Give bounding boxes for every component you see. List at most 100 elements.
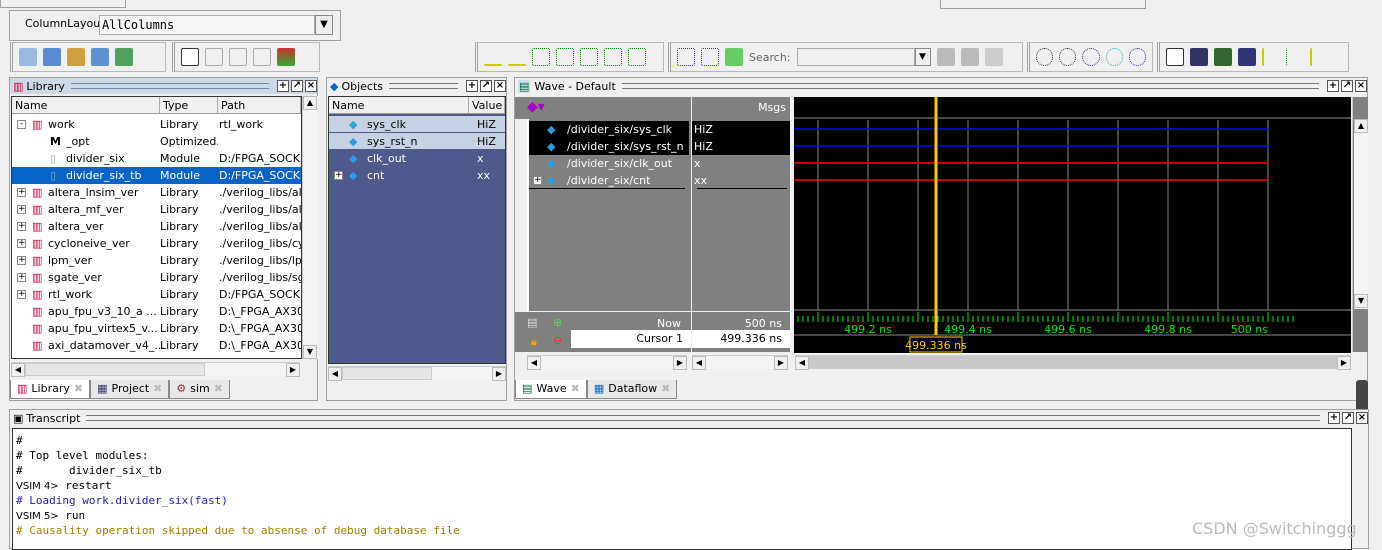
undock-icon[interactable]: ↗: [1341, 80, 1353, 92]
tab-project[interactable]: ▦ Project ✖: [90, 380, 170, 399]
scroll-right-icon[interactable]: ▶: [286, 363, 300, 377]
tab-sim[interactable]: ⚙ sim ✖: [169, 380, 230, 399]
close-icon[interactable]: ✖: [571, 380, 580, 398]
library-row[interactable]: + ▥ sgate_ver Library ./verilog_libs/sga: [12, 269, 301, 286]
collapse-icon[interactable]: -: [17, 120, 26, 129]
col-name[interactable]: Name: [12, 97, 160, 113]
scroll-left-icon[interactable]: ◀: [795, 356, 809, 370]
object-row[interactable]: ◆ clk_out x: [329, 150, 505, 167]
dock-plus-icon[interactable]: +: [1328, 412, 1340, 424]
prev-falling-icon[interactable]: [580, 48, 598, 66]
close-icon[interactable]: ×: [494, 80, 506, 92]
wave-shade-icon[interactable]: [1190, 48, 1208, 66]
open-icon[interactable]: [43, 48, 61, 66]
edit-icon[interactable]: [67, 48, 85, 66]
wave-step-icon[interactable]: [1286, 48, 1304, 66]
select-mode-icon[interactable]: [181, 48, 199, 66]
delete-cursor-icon[interactable]: [508, 48, 526, 66]
object-row[interactable]: ◆ sys_clk HiZ: [329, 116, 505, 133]
new-icon[interactable]: [19, 48, 37, 66]
expand-icon[interactable]: +: [17, 256, 26, 265]
library-row[interactable]: + ▥ altera_lnsim_ver Library ./verilog_libs/…: [12, 184, 301, 201]
col-type[interactable]: Type: [160, 97, 218, 113]
library-row[interactable]: M _opt Optimized...: [12, 133, 301, 150]
scroll-left-icon[interactable]: ◀: [11, 363, 25, 377]
next-edge-icon[interactable]: [556, 48, 574, 66]
library-row[interactable]: ▥ apu_fpu_v3_10_a ... Library D:\_FPGA_AX30…: [12, 303, 301, 320]
find-clear-icon[interactable]: [984, 48, 1003, 66]
undock-icon[interactable]: ↗: [1342, 412, 1354, 424]
wave-signal-row[interactable]: ◆ /divider_six/clk_out: [529, 155, 689, 172]
zoom-in-icon[interactable]: [1036, 48, 1054, 66]
cursor-name[interactable]: Cursor 1: [571, 330, 691, 348]
close-icon[interactable]: ×: [1355, 80, 1367, 92]
values-hscrollbar[interactable]: ◀ ▶: [692, 355, 788, 370]
wave-edge-icon[interactable]: [1262, 48, 1280, 66]
dock-plus-icon[interactable]: +: [1327, 80, 1339, 92]
expand-icon[interactable]: +: [17, 188, 26, 197]
names-hscrollbar[interactable]: ◀ ▶: [527, 355, 687, 370]
zoom-out-icon[interactable]: [1059, 48, 1077, 66]
col-path[interactable]: Path: [218, 97, 301, 113]
find-prev-icon[interactable]: [936, 48, 955, 66]
last-edge-icon[interactable]: [628, 48, 646, 66]
driver-icon[interactable]: [725, 48, 743, 66]
zoom-range-icon[interactable]: [1128, 48, 1147, 66]
expand-icon[interactable]: +: [17, 290, 26, 299]
expand-icon[interactable]: +: [533, 176, 542, 185]
wave-hscrollbar[interactable]: ◀ ▶: [795, 355, 1351, 370]
close-icon[interactable]: ✖: [74, 380, 83, 398]
object-row[interactable]: ◆ sys_rst_n HiZ: [329, 133, 505, 150]
transcript-console[interactable]: # # Top level modules: # divider_six_tb VSI…: [12, 428, 1352, 550]
library-row[interactable]: + ▥ rtl_work Library D:/FPGA_SOCKit: [12, 286, 301, 303]
insert-cursor-icon[interactable]: [484, 48, 502, 66]
scroll-down-icon[interactable]: ▼: [1354, 294, 1368, 308]
library-row[interactable]: + ▥ altera_ver Library ./verilog_libs/alte: [12, 218, 301, 235]
zoom-full-icon[interactable]: [1082, 48, 1100, 66]
dock-plus-icon[interactable]: +: [277, 80, 289, 92]
library-row[interactable]: ▯ divider_six_tb Module D:/FPGA_SOCKit: [12, 167, 301, 184]
lock-icon[interactable]: 🔒︎: [531, 335, 537, 349]
library-row[interactable]: + ▥ cycloneive_ver Library ./verilog_libs/cy…: [12, 235, 301, 252]
tab-dataflow[interactable]: ▦ Dataflow ✖: [586, 380, 678, 399]
expand-icon[interactable]: +: [334, 171, 343, 180]
scroll-left-icon[interactable]: ◀: [328, 367, 342, 381]
expand-icon[interactable]: +: [17, 222, 26, 231]
export-icon[interactable]: [115, 48, 133, 66]
add-cursor-icon[interactable]: ⊕: [553, 316, 562, 329]
library-row[interactable]: ▥ axi_datamover_v4_... Library D:\_FPGA_AX3…: [12, 337, 301, 354]
remove-cursor-icon[interactable]: ⊖: [553, 334, 562, 347]
scroll-right-icon[interactable]: ▶: [774, 356, 788, 370]
wave-format-icon[interactable]: [1166, 48, 1184, 66]
scroll-up-icon[interactable]: ▲: [1354, 119, 1368, 133]
find-next-icon[interactable]: [960, 48, 979, 66]
wave-step2-icon[interactable]: [1310, 48, 1328, 66]
column-layout-select[interactable]: AllColumns: [99, 15, 315, 35]
close-icon[interactable]: ×: [1356, 412, 1368, 424]
zoom-mode-icon[interactable]: [205, 48, 223, 66]
col-name[interactable]: Name: [329, 97, 469, 113]
library-row[interactable]: ▯ divider_six Module D:/FPGA_SOCKit: [12, 150, 301, 167]
wave-signal-row[interactable]: ◆ /divider_six/sys_clk: [529, 121, 689, 138]
library-vscrollbar[interactable]: ▲ ▼: [302, 96, 318, 359]
library-row[interactable]: + ▥ altera_mf_ver Library ./verilog_libs/alt…: [12, 201, 301, 218]
objects-hscrollbar[interactable]: ◀ ▶: [328, 366, 506, 381]
close-icon[interactable]: ✖: [214, 380, 223, 398]
close-icon[interactable]: ×: [305, 80, 317, 92]
expand-icon[interactable]: +: [17, 239, 26, 248]
scroll-down-icon[interactable]: ▼: [303, 345, 317, 359]
library-row[interactable]: - ▥ work Library rtl_work: [12, 116, 301, 133]
close-icon[interactable]: ✖: [661, 380, 670, 398]
scroll-right-icon[interactable]: ▶: [492, 367, 506, 381]
signal-value-row[interactable]: xx: [692, 172, 790, 189]
wave-fill-icon[interactable]: [1214, 48, 1232, 66]
col-value[interactable]: Value: [469, 97, 505, 113]
library-row[interactable]: ▥ apu_fpu_virtex5_v... Library D:\_FPGA_AX3…: [12, 320, 301, 337]
scroll-left-icon[interactable]: ◀: [527, 356, 541, 370]
wave-vscrollbar[interactable]: ▲ ▼: [1352, 97, 1368, 352]
search-input[interactable]: [796, 48, 915, 66]
breakpoint-icon[interactable]: [277, 48, 295, 66]
scroll-up-icon[interactable]: ▲: [303, 96, 317, 110]
library-hscrollbar[interactable]: ◀ ▶: [11, 362, 300, 377]
waveform-canvas[interactable]: 499.2 ns 499.4 ns 499.6 ns 499.8 ns 500 ns 49…: [794, 97, 1351, 353]
